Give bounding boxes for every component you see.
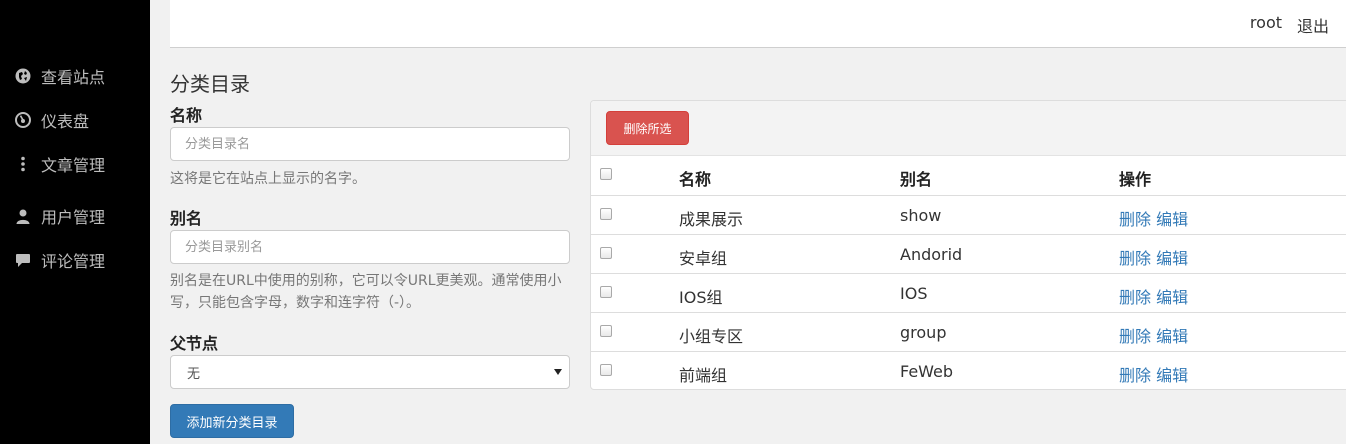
sidebar-item-label: 仪表盘 [41, 112, 90, 131]
table-row: 前端组 FeWeb 删除 编辑 [591, 351, 1346, 389]
delete-link[interactable]: 删除 [1119, 288, 1151, 307]
dashboard-icon [14, 111, 32, 129]
row-actions: 删除 编辑 [1119, 284, 1188, 308]
slug-label: 别名 [170, 209, 203, 228]
delete-link[interactable]: 删除 [1119, 210, 1151, 229]
sidebar-item-articles[interactable]: 文章管理 [14, 152, 105, 176]
sidebar-item-comments[interactable]: 评论管理 [14, 248, 105, 272]
row-actions: 删除 编辑 [1119, 362, 1188, 386]
row-slug: IOS [900, 284, 928, 303]
row-checkbox[interactable] [600, 286, 612, 298]
edit-link[interactable]: 编辑 [1156, 249, 1188, 268]
table-row: 安卓组 Andorid 删除 编辑 [591, 234, 1346, 273]
row-slug: show [900, 206, 942, 225]
sidebar-item-label: 查看站点 [41, 68, 106, 87]
row-checkbox[interactable] [600, 208, 612, 220]
table-row: 成果展示 show 删除 编辑 [591, 195, 1346, 234]
sidebar-item-users[interactable]: 用户管理 [14, 204, 105, 228]
name-input[interactable] [170, 127, 570, 161]
table-toolbar: 删除所选 [591, 101, 1346, 156]
slug-input[interactable] [170, 230, 570, 264]
add-category-button[interactable]: 添加新分类目录 [170, 404, 294, 438]
edit-link[interactable]: 编辑 [1156, 288, 1188, 307]
caret-down-icon [554, 369, 562, 375]
sidebar-item-label: 文章管理 [41, 156, 106, 175]
row-checkbox[interactable] [600, 247, 612, 259]
row-slug: FeWeb [900, 362, 954, 381]
row-name: 安卓组 [679, 249, 728, 268]
row-actions: 删除 编辑 [1119, 245, 1188, 269]
row-checkbox[interactable] [600, 364, 612, 376]
row-name: 成果展示 [679, 210, 744, 229]
sidebar-item-label: 用户管理 [41, 208, 106, 227]
logout-link[interactable]: 退出 [1297, 13, 1329, 37]
table-row: 小组专区 group 删除 编辑 [591, 312, 1346, 351]
row-checkbox[interactable] [600, 325, 612, 337]
parent-select[interactable]: 无 [170, 355, 570, 389]
comment-icon [14, 251, 32, 269]
row-slug: Andorid [900, 245, 963, 264]
sidebar-item-view-site[interactable]: 查看站点 [14, 64, 105, 88]
delete-selected-button[interactable]: 删除所选 [606, 111, 689, 145]
top-bar: root 退出 [170, 0, 1346, 48]
name-label: 名称 [170, 106, 203, 125]
row-actions: 删除 编辑 [1119, 323, 1188, 347]
sidebar-item-label: 评论管理 [41, 252, 106, 271]
row-name: 前端组 [679, 366, 728, 385]
delete-link[interactable]: 删除 [1119, 249, 1151, 268]
row-actions: 删除 编辑 [1119, 206, 1188, 230]
page-title: 分类目录 [170, 72, 250, 96]
column-header-actions: 操作 [1119, 170, 1152, 189]
sidebar-item-dashboard[interactable]: 仪表盘 [14, 108, 89, 132]
edit-link[interactable]: 编辑 [1156, 210, 1188, 229]
sidebar: 查看站点 仪表盘 文章管理 用户管理 评论管理 [0, 0, 150, 444]
current-user[interactable]: root [1250, 13, 1282, 32]
parent-label: 父节点 [170, 334, 219, 353]
parent-select-value: 无 [187, 366, 201, 382]
name-help-text: 这将是它在站点上显示的名字。 [170, 171, 366, 187]
more-vertical-icon [14, 155, 32, 173]
row-name: 小组专区 [679, 327, 744, 346]
user-icon [14, 207, 32, 225]
globe-icon [14, 67, 32, 85]
column-header-slug: 别名 [900, 170, 933, 189]
column-header-name: 名称 [679, 170, 712, 189]
table-row: IOS组 IOS 删除 编辑 [591, 273, 1346, 312]
delete-link[interactable]: 删除 [1119, 327, 1151, 346]
select-all-checkbox[interactable] [600, 168, 612, 180]
slug-help-text: 别名是在URL中使用的别称，它可以令URL更美观。通常使用小写，只能包含字母，数… [170, 273, 562, 311]
table-header-row: 名称 别名 操作 [591, 156, 1346, 195]
row-slug: group [900, 323, 947, 342]
category-table-panel: 删除所选 名称 别名 操作 成果展示 show 删除 编辑 安卓组 Andori… [590, 100, 1346, 390]
delete-link[interactable]: 删除 [1119, 366, 1151, 385]
row-name: IOS组 [679, 288, 723, 307]
edit-link[interactable]: 编辑 [1156, 366, 1188, 385]
edit-link[interactable]: 编辑 [1156, 327, 1188, 346]
